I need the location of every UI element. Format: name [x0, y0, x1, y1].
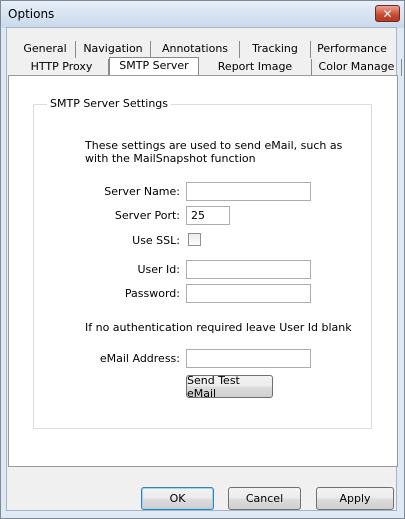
tab-row-2: HTTP Proxy SMTP Server Report Image Colo… — [15, 57, 402, 76]
ok-button[interactable]: OK — [141, 487, 214, 510]
server-name-label: Server Name: — [104, 185, 180, 198]
server-port-field[interactable] — [186, 206, 230, 225]
server-name-field[interactable] — [186, 182, 311, 201]
window-title: Options — [8, 7, 55, 21]
apply-button[interactable]: Apply — [316, 487, 394, 510]
tab-row-1: General Navigation Annotations Tracking … — [15, 41, 393, 58]
send-test-email-button[interactable]: Send Test eMail — [186, 374, 273, 400]
tab-smtp-server[interactable]: SMTP Server — [109, 57, 199, 75]
email-address-field[interactable] — [186, 349, 311, 368]
cancel-button[interactable]: Cancel — [228, 487, 301, 510]
password-label: Password: — [124, 287, 180, 300]
user-id-label: User Id: — [137, 263, 180, 276]
tab-http-proxy[interactable]: HTTP Proxy — [15, 59, 109, 76]
tab-annotations[interactable]: Annotations — [151, 41, 240, 58]
tab-color-manage[interactable]: Color Manage — [312, 59, 402, 76]
server-port-label: Server Port: — [114, 209, 180, 222]
close-button[interactable]: ✕ — [375, 5, 400, 22]
password-field[interactable] — [186, 284, 311, 303]
tab-navigation[interactable]: Navigation — [76, 41, 151, 58]
use-ssl-checkbox[interactable] — [188, 233, 201, 246]
auth-note: If no authentication required leave User… — [85, 321, 352, 334]
use-ssl-label: Use SSL: — [132, 234, 180, 247]
email-address-label: eMail Address: — [99, 352, 180, 365]
tab-performance[interactable]: Performance — [311, 41, 393, 58]
user-id-field[interactable] — [186, 260, 311, 279]
group-title: SMTP Server Settings — [47, 97, 172, 110]
tab-tracking[interactable]: Tracking — [240, 41, 311, 58]
tab-general[interactable]: General — [15, 41, 76, 58]
tab-report-image[interactable]: Report Image — [199, 59, 312, 76]
description-text: These settings are used to send eMail, s… — [85, 139, 343, 165]
title-bar[interactable]: Options ✕ — [1, 1, 404, 28]
close-icon: ✕ — [382, 6, 393, 21]
